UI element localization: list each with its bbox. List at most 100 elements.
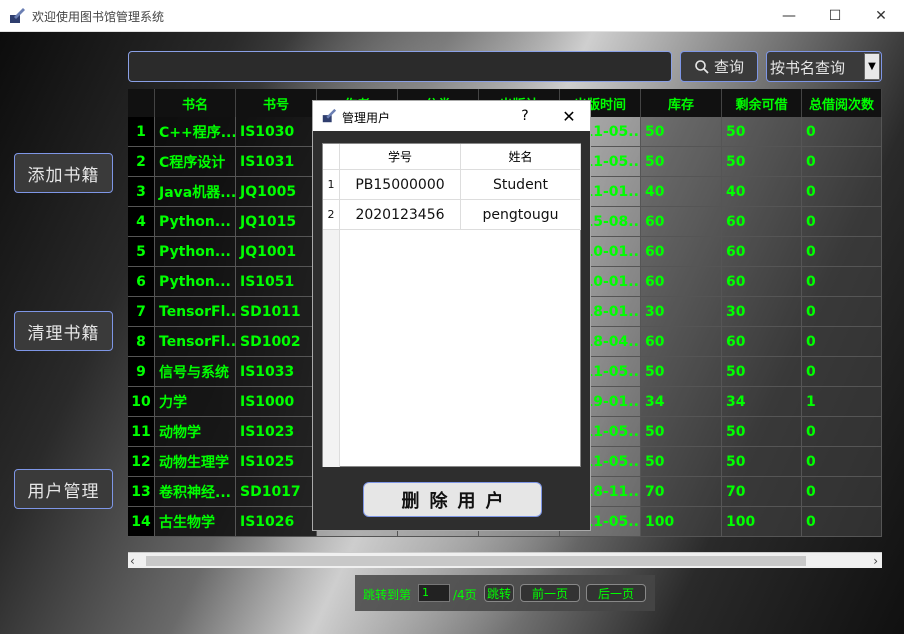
table-cell[interactable]: 40 xyxy=(641,177,722,207)
table-cell[interactable]: 50 xyxy=(641,117,722,147)
table-cell[interactable]: Python... xyxy=(155,207,236,237)
table-cell[interactable]: Java机器... xyxy=(155,177,236,207)
table-cell[interactable]: 动物生理学 xyxy=(155,447,236,477)
table-cell[interactable]: 50 xyxy=(641,147,722,177)
search-input[interactable] xyxy=(128,51,672,82)
row-number[interactable]: 10 xyxy=(128,387,155,417)
row-number[interactable]: 14 xyxy=(128,507,155,537)
row-number[interactable]: 6 xyxy=(128,267,155,297)
user-row[interactable]: 1 PB15000000 Student xyxy=(323,170,581,200)
row-number[interactable]: 2 xyxy=(323,200,340,230)
row-number[interactable]: 9 xyxy=(128,357,155,387)
delete-user-button[interactable]: 删除用户 xyxy=(363,482,542,517)
column-header[interactable]: 剩余可借 xyxy=(722,89,802,117)
table-cell[interactable]: 50 xyxy=(641,447,722,477)
table-cell[interactable]: 60 xyxy=(722,327,802,357)
next-page-button[interactable]: 后一页 xyxy=(586,584,646,602)
table-cell[interactable]: 古生物学 xyxy=(155,507,236,537)
table-cell[interactable]: 50 xyxy=(722,417,802,447)
row-number[interactable]: 11 xyxy=(128,417,155,447)
table-cell[interactable]: 60 xyxy=(722,207,802,237)
table-cell[interactable]: IS1000 xyxy=(236,387,317,417)
table-cell[interactable]: 70 xyxy=(722,477,802,507)
table-cell[interactable]: 0 xyxy=(802,117,882,147)
table-cell[interactable]: 0 xyxy=(802,507,882,537)
row-number[interactable]: 1 xyxy=(323,170,340,200)
table-cell[interactable]: IS1031 xyxy=(236,147,317,177)
scroll-left-icon[interactable]: ‹ xyxy=(130,554,135,568)
table-cell[interactable]: 0 xyxy=(802,267,882,297)
table-cell[interactable]: IS1025 xyxy=(236,447,317,477)
table-cell[interactable]: 50 xyxy=(641,417,722,447)
table-cell[interactable]: 60 xyxy=(641,207,722,237)
row-number[interactable]: 4 xyxy=(128,207,155,237)
table-cell[interactable]: 100 xyxy=(722,507,802,537)
table-cell[interactable]: 0 xyxy=(802,417,882,447)
table-cell[interactable]: 30 xyxy=(722,297,802,327)
table-cell[interactable]: IS1026 xyxy=(236,507,317,537)
table-cell[interactable]: 0 xyxy=(802,327,882,357)
minimize-button[interactable]: — xyxy=(766,0,812,32)
horizontal-scrollbar[interactable]: ‹ › xyxy=(128,552,882,568)
table-cell[interactable]: 力学 xyxy=(155,387,236,417)
jump-button[interactable]: 跳转 xyxy=(484,584,514,602)
user-row[interactable]: 2 2020123456 pengtougu xyxy=(323,200,581,230)
column-header[interactable]: 库存 xyxy=(641,89,722,117)
help-button[interactable]: ? xyxy=(513,105,537,127)
table-cell[interactable]: IS1051 xyxy=(236,267,317,297)
table-cell[interactable]: TensorFl... xyxy=(155,327,236,357)
table-cell[interactable]: JQ1015 xyxy=(236,207,317,237)
table-cell[interactable]: 1 xyxy=(802,387,882,417)
table-cell[interactable]: 50 xyxy=(722,147,802,177)
table-cell[interactable]: 动物学 xyxy=(155,417,236,447)
table-cell[interactable]: 0 xyxy=(802,447,882,477)
row-number[interactable]: 7 xyxy=(128,297,155,327)
row-number[interactable]: 5 xyxy=(128,237,155,267)
maximize-button[interactable]: ☐ xyxy=(812,0,858,32)
table-cell[interactable]: 卷积神经... xyxy=(155,477,236,507)
table-cell[interactable]: 0 xyxy=(802,177,882,207)
prev-page-button[interactable]: 前一页 xyxy=(520,584,580,602)
row-number[interactable]: 3 xyxy=(128,177,155,207)
user-cell[interactable]: pengtougu xyxy=(461,200,581,230)
table-cell[interactable]: 50 xyxy=(722,117,802,147)
table-cell[interactable]: 60 xyxy=(722,237,802,267)
column-header[interactable]: 学号 xyxy=(340,144,461,170)
user-manage-button[interactable]: 用户管理 xyxy=(14,469,113,509)
table-cell[interactable]: 100 xyxy=(641,507,722,537)
table-cell[interactable]: 34 xyxy=(722,387,802,417)
scrollbar-thumb[interactable] xyxy=(146,556,806,566)
row-number[interactable]: 1 xyxy=(128,117,155,147)
table-cell[interactable]: IS1033 xyxy=(236,357,317,387)
table-cell[interactable]: IS1030 xyxy=(236,117,317,147)
search-mode-select[interactable]: 按书名查询 ▼ xyxy=(766,51,882,82)
table-cell[interactable]: 50 xyxy=(722,447,802,477)
table-cell[interactable]: 0 xyxy=(802,297,882,327)
table-cell[interactable]: 0 xyxy=(802,477,882,507)
scroll-right-icon[interactable]: › xyxy=(873,554,878,568)
add-book-button[interactable]: 添加书籍 xyxy=(14,153,113,193)
table-cell[interactable]: 0 xyxy=(802,237,882,267)
table-cell[interactable]: C程序设计 xyxy=(155,147,236,177)
row-number[interactable]: 2 xyxy=(128,147,155,177)
table-cell[interactable]: 60 xyxy=(722,267,802,297)
clear-books-button[interactable]: 清理书籍 xyxy=(14,311,113,351)
column-header[interactable]: 总借阅次数 xyxy=(802,89,882,117)
column-header[interactable]: 书号 xyxy=(236,89,317,117)
table-cell[interactable]: 60 xyxy=(641,237,722,267)
table-cell[interactable]: JQ1001 xyxy=(236,237,317,267)
column-header[interactable]: 姓名 xyxy=(461,144,581,170)
table-cell[interactable]: SD1002 xyxy=(236,327,317,357)
table-cell[interactable]: IS1023 xyxy=(236,417,317,447)
table-cell[interactable]: 40 xyxy=(722,177,802,207)
user-cell[interactable]: Student xyxy=(461,170,581,200)
user-cell[interactable]: PB15000000 xyxy=(340,170,461,200)
table-cell[interactable]: SD1017 xyxy=(236,477,317,507)
table-cell[interactable]: Python... xyxy=(155,267,236,297)
table-cell[interactable]: SD1011 xyxy=(236,297,317,327)
row-number[interactable]: 8 xyxy=(128,327,155,357)
row-number[interactable]: 13 xyxy=(128,477,155,507)
table-cell[interactable]: JQ1005 xyxy=(236,177,317,207)
table-cell[interactable]: 50 xyxy=(641,357,722,387)
table-cell[interactable]: 0 xyxy=(802,147,882,177)
